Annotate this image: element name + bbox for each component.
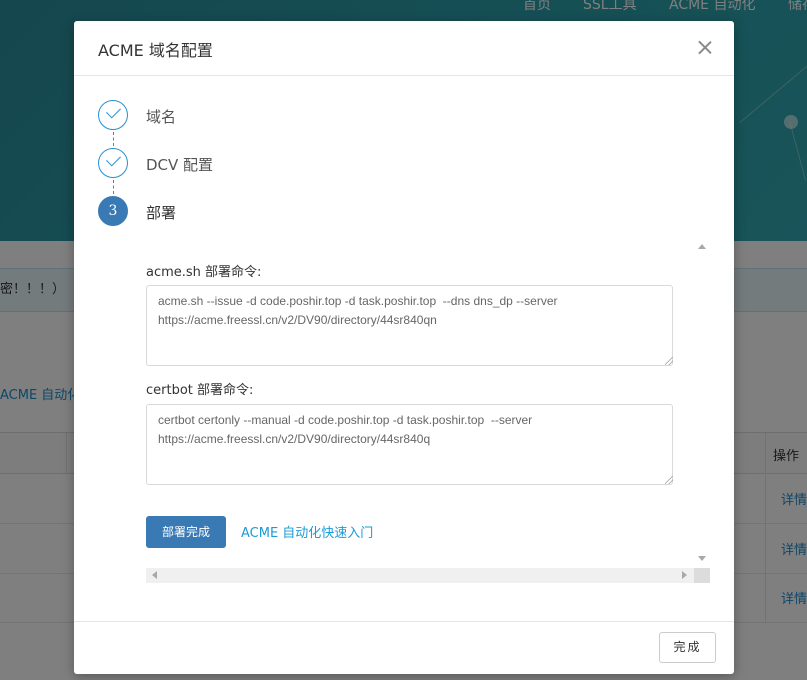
deploy-done-button[interactable]: 部署完成 <box>146 516 226 548</box>
close-icon[interactable] <box>694 37 716 59</box>
scroll-left-arrow-icon[interactable] <box>152 571 157 579</box>
dialog-footer: 完成 <box>74 621 734 675</box>
step-deploy: 3 部署 <box>98 196 398 228</box>
certbot-label: certbot 部署命令: <box>146 383 254 398</box>
certbot-command-textarea[interactable]: certbot certonly --manual -d code.poshir… <box>146 404 673 485</box>
dialog-title: ACME 域名配置 <box>98 41 213 60</box>
step-number-badge: 3 <box>98 196 128 226</box>
horizontal-scrollbar[interactable] <box>146 568 694 583</box>
deploy-content-panel: acme.sh 部署命令: acme.sh --issue -d code.po… <box>146 238 710 583</box>
step-label: 域名 <box>146 108 177 126</box>
scroll-right-arrow-icon[interactable] <box>682 571 687 579</box>
step-dcv: DCV 配置 <box>98 148 398 180</box>
step-domain: 域名 <box>98 100 398 132</box>
step-done-indicator <box>98 100 128 130</box>
acme-sh-label: acme.sh 部署命令: <box>146 265 262 280</box>
resize-handle-icon[interactable] <box>665 357 673 365</box>
scroll-down-arrow-icon[interactable] <box>698 556 706 561</box>
checkmark-icon <box>106 151 121 167</box>
acme-quickstart-link[interactable]: ACME 自动化快速入门 <box>241 522 373 541</box>
scroll-up-arrow-icon[interactable] <box>698 244 706 249</box>
step-connector <box>113 132 115 146</box>
resize-handle-icon[interactable] <box>665 476 673 484</box>
dialog-header: ACME 域名配置 <box>74 21 734 76</box>
step-done-indicator <box>98 148 128 178</box>
step-label: DCV 配置 <box>146 156 214 174</box>
checkmark-icon <box>106 103 121 119</box>
finish-button[interactable]: 完成 <box>659 632 716 663</box>
acme-sh-command-textarea[interactable]: acme.sh --issue -d code.poshir.top -d ta… <box>146 285 673 366</box>
vertical-scrollbar[interactable] <box>694 238 710 568</box>
step-connector <box>113 180 115 194</box>
step-label: 部署 <box>146 204 177 222</box>
acme-domain-config-dialog: ACME 域名配置 域名 DCV 配置 3 部署 acme.sh 部署命令: a… <box>74 21 734 674</box>
scrollbar-corner <box>694 568 710 583</box>
